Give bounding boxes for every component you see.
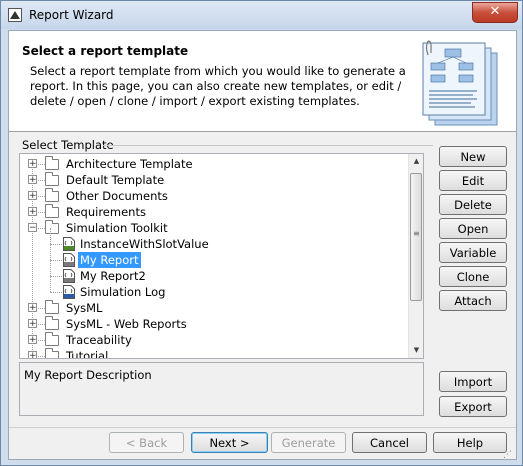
html-file-icon [63,237,75,251]
tree-item-label: Simulation Log [80,285,166,299]
tree-item-label: SysML - Web Reports [66,317,187,331]
header-title: Select a report template [22,44,189,58]
tree-connector [50,260,51,276]
collapse-icon[interactable]: − [28,223,37,233]
import-button[interactable]: Import [439,371,507,392]
variable-button[interactable]: Variable [439,242,507,263]
folder-icon [45,332,59,346]
attach-button[interactable]: Attach [439,290,507,311]
report-wizard-window: Report Wizard ✕ Select a report template… [0,0,523,466]
expand-icon[interactable]: + [28,207,37,217]
tree-connector [50,292,62,293]
tree-connector [50,276,62,277]
expand-icon[interactable]: + [28,159,37,169]
expand-icon[interactable]: + [28,335,37,345]
expand-icon[interactable]: + [28,191,37,201]
close-button[interactable]: ✕ [472,2,518,23]
folder-icon [45,300,59,314]
tree-item-label: Other Documents [66,189,168,203]
clone-button[interactable]: Clone [439,266,507,287]
tree-item-label: Default Template [66,173,165,187]
folder-icon [45,348,59,358]
tree-item-label: Tutorial [66,349,109,359]
title-bar[interactable]: Report Wizard ✕ [1,1,522,29]
tree-item-template[interactable]: My Report [20,244,405,268]
back-button[interactable]: < Back [109,432,184,453]
scroll-down-icon[interactable]: ▼ [409,343,423,358]
tree-item-label: SysML [66,301,103,315]
delete-button[interactable]: Delete [439,194,507,215]
tree-item-label: InstanceWithSlotValue [80,237,209,251]
expand-icon[interactable]: + [28,175,37,185]
tree-item-folder[interactable]: + SysML [20,300,405,316]
template-file-icon [63,253,75,267]
tree-connector [50,276,51,292]
footer-separator [9,427,516,428]
tree-item-folder[interactable]: + Traceability [20,332,405,348]
docx-file-icon [63,285,75,299]
folder-icon [45,156,59,170]
tree-item-label: My Report2 [80,269,146,283]
expand-icon[interactable]: + [28,351,37,358]
folder-icon [45,204,59,218]
tree-connector [50,244,51,260]
cancel-button[interactable]: Cancel [352,432,427,453]
folder-icon [45,188,59,202]
tree-connector [50,244,62,245]
window-title: Report Wizard [29,8,114,22]
tree-item-folder[interactable]: + SysML - Web Reports [20,316,405,332]
scroll-up-icon[interactable]: ▲ [409,154,423,169]
select-template-label: Select Template [22,138,114,152]
selected-tree-item-label: My Report [78,252,141,268]
tree-item-folder[interactable]: + Default Template [20,172,405,188]
tree-item-template[interactable]: InstanceWithSlotValue [20,228,405,252]
grip-icon: ≡ [413,229,420,238]
open-button[interactable]: Open [439,218,507,239]
template-file-icon [63,269,75,283]
header-description: Select a report template from which you … [30,64,406,108]
tree-item-label: Traceability [66,333,132,347]
generate-button[interactable]: Generate [271,432,346,453]
resize-grip-icon[interactable]: ⋰ [503,450,515,462]
folder-icon [45,172,59,186]
expand-icon[interactable]: + [28,303,37,313]
tree-connector [50,260,62,261]
next-button[interactable]: Next > [191,432,268,453]
wizard-header: Select a report template Select a report… [9,31,516,132]
new-button[interactable]: New [439,146,507,167]
template-description: My Report Description [24,368,152,382]
tree-item-template[interactable]: My Report2 [20,260,405,284]
group-divider [103,145,433,146]
tree-item-label: Simulation Toolkit [66,221,168,235]
tree-item-label: Architecture Template [66,157,193,171]
template-tree[interactable]: + Architecture Template + Default Template +… [19,153,424,359]
tree-item-folder[interactable]: − Simulation Toolkit [20,220,405,236]
expand-icon[interactable]: + [28,319,37,329]
folder-icon [45,316,59,330]
tree-item-folder[interactable]: + Requirements [20,204,405,220]
export-button[interactable]: Export [439,396,507,417]
template-stack-illustration [422,40,498,126]
tree-item-folder[interactable]: + Tutorial [20,348,405,359]
tree-item-folder[interactable]: + Other Documents [20,188,405,204]
tree-scrollbar[interactable]: ▲ ≡ ▼ [408,154,423,358]
tree-item-folder[interactable]: + Architecture Template [20,156,405,172]
close-icon: ✕ [489,4,501,19]
edit-button[interactable]: Edit [439,170,507,191]
template-description-box: My Report Description [19,362,424,416]
scroll-thumb[interactable]: ≡ [410,173,422,301]
tree-connector [50,228,51,244]
wizard-body: Select a report template Select a report… [8,30,517,460]
app-icon [8,8,22,22]
folder-icon [45,220,59,234]
tree-item-label: Requirements [66,205,146,219]
help-button[interactable]: Help [433,432,507,453]
tree-item-template[interactable]: Simulation Log [20,276,405,300]
